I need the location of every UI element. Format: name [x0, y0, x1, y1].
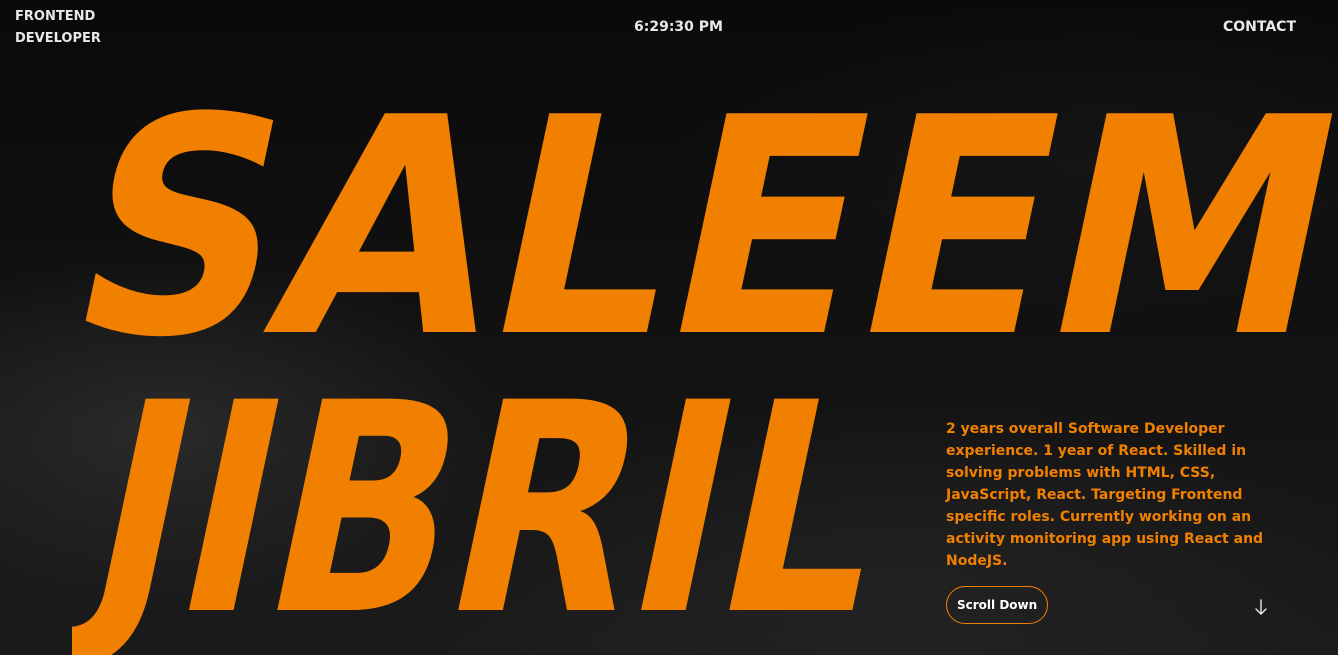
- page: FRONTEND DEVELOPER 6:29:30 PM CONTACT SA…: [0, 0, 1338, 655]
- hero-first-name-text: SALEEM: [46, 53, 1338, 352]
- role-label: FRONTEND DEVELOPER: [15, 6, 135, 50]
- arrow-down-icon[interactable]: [1252, 598, 1270, 616]
- bio-text: 2 years overall Software Developer exper…: [946, 421, 1264, 569]
- scroll-down-button[interactable]: Scroll Down: [946, 586, 1049, 624]
- hero-last-name: JIBRIL: [72, 360, 916, 655]
- contact-link[interactable]: CONTACT: [1223, 16, 1296, 38]
- hero-last-name-text: JIBRIL: [72, 360, 916, 655]
- hero-first-name: SALEEM: [46, 53, 1338, 352]
- clock: 6:29:30 PM: [634, 19, 723, 35]
- role-line-2: DEVELOPER: [15, 31, 101, 46]
- role-line-1: FRONTEND: [15, 9, 96, 24]
